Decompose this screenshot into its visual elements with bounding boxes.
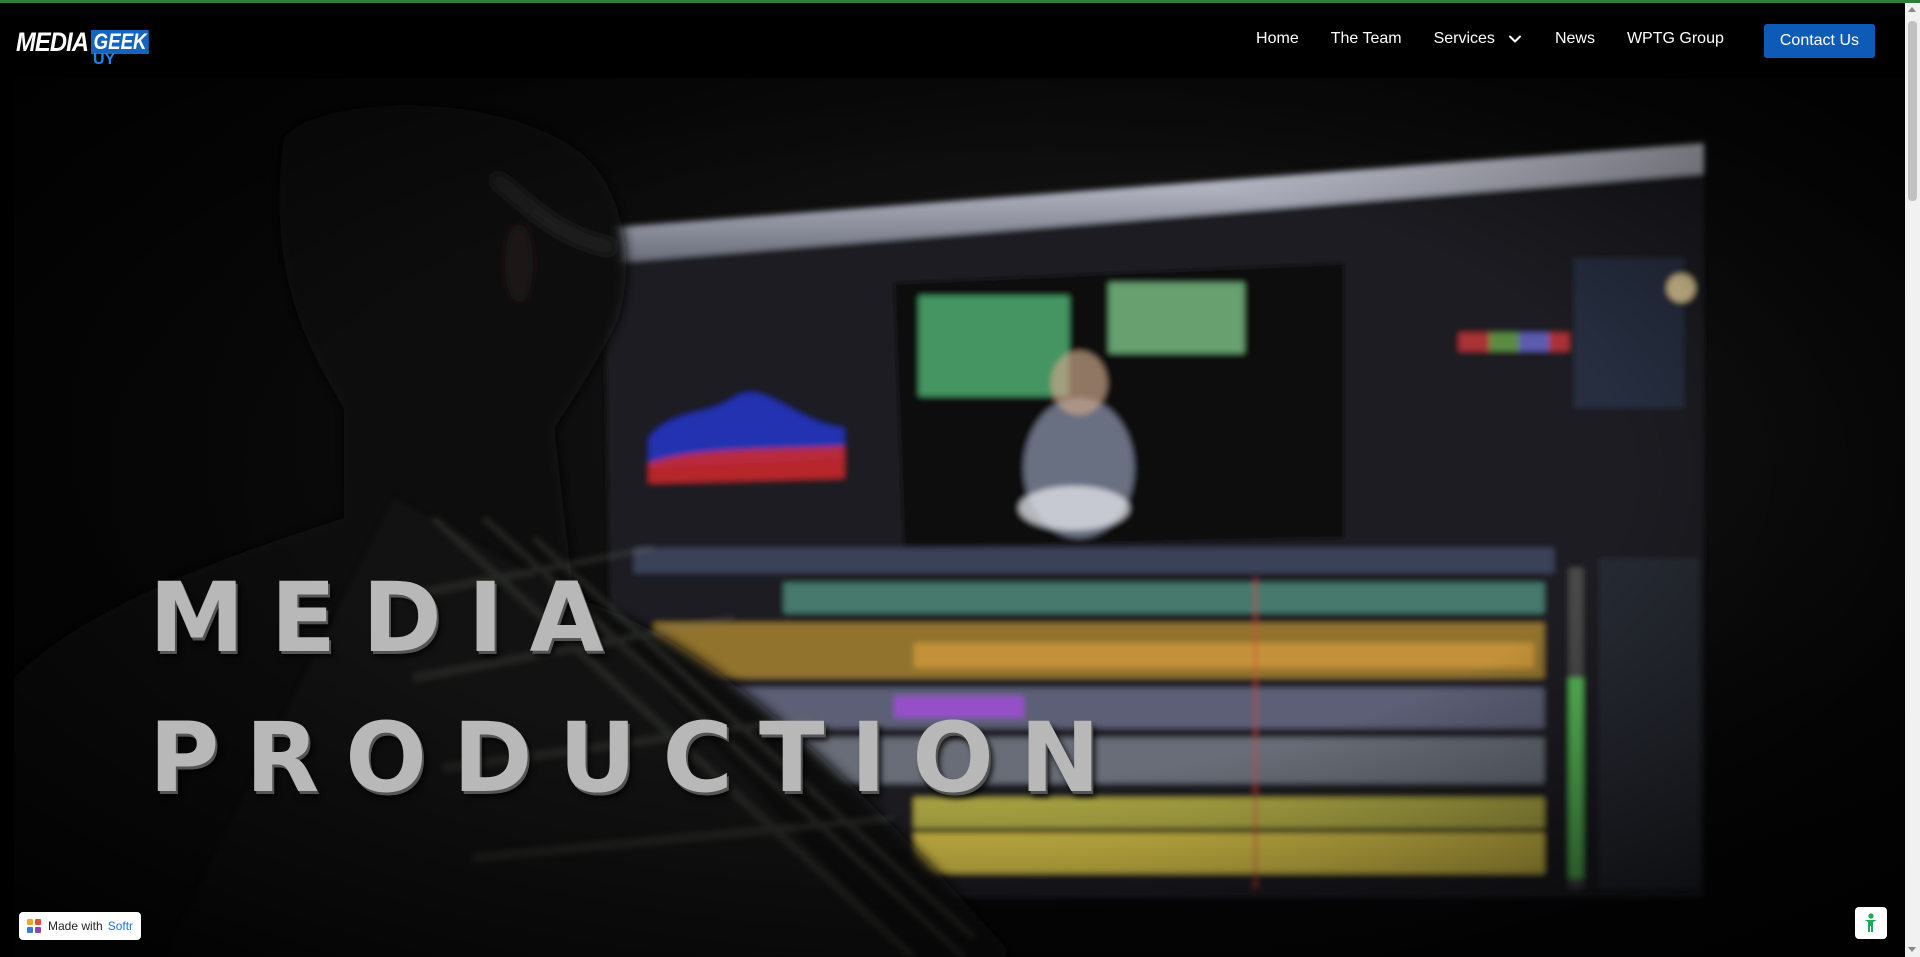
hero-title-line1: MEDIA — [149, 562, 630, 674]
nav-the-team-label: The Team — [1330, 29, 1402, 47]
nav-services-label: Services — [1433, 29, 1495, 47]
accessibility-icon — [1865, 913, 1877, 932]
hero-title: MEDIA PRODUCTION — [149, 548, 1126, 828]
scroll-down-arrow-icon[interactable] — [1908, 947, 1916, 952]
nav-the-team[interactable]: The Team — [1331, 30, 1402, 48]
nav-home[interactable]: Home — [1256, 30, 1299, 48]
logo-media-text: MEDIA — [16, 27, 89, 57]
softr-brand-label: Softr — [107, 919, 134, 933]
accessibility-button[interactable] — [1855, 907, 1887, 939]
nav-home-label: Home — [1256, 29, 1299, 47]
scroll-up-arrow-icon[interactable] — [1908, 7, 1916, 12]
site-header: MEDIA GEEK UY Home The Team Services New… — [0, 3, 1905, 78]
made-with-label: Made with — [48, 919, 103, 933]
softr-logo-icon — [27, 919, 41, 933]
contact-us-button[interactable]: Contact Us — [1763, 23, 1875, 58]
hero-section: MEDIA PRODUCTION — [14, 78, 1905, 957]
scrollbar-thumb[interactable] — [1908, 21, 1917, 201]
page-scrollbar[interactable] — [1905, 3, 1920, 957]
nav-news-label: News — [1554, 29, 1595, 47]
nav-news[interactable]: News — [1555, 30, 1595, 48]
hero-title-line2: PRODUCTION — [149, 702, 1127, 814]
site-logo[interactable]: MEDIA GEEK UY — [16, 27, 150, 71]
logo-uy-text: UY — [93, 51, 116, 68]
nav-wptg-group[interactable]: WPTG Group — [1627, 30, 1724, 48]
made-with-softr-badge[interactable]: Made with Softr — [19, 912, 142, 940]
nav-wptg-group-label: WPTG Group — [1626, 29, 1724, 47]
nav-services[interactable]: Services — [1434, 30, 1523, 48]
chevron-down-icon — [1508, 35, 1521, 42]
main-nav: Home The Team Services News WPTG Group C… — [1224, 3, 1875, 78]
